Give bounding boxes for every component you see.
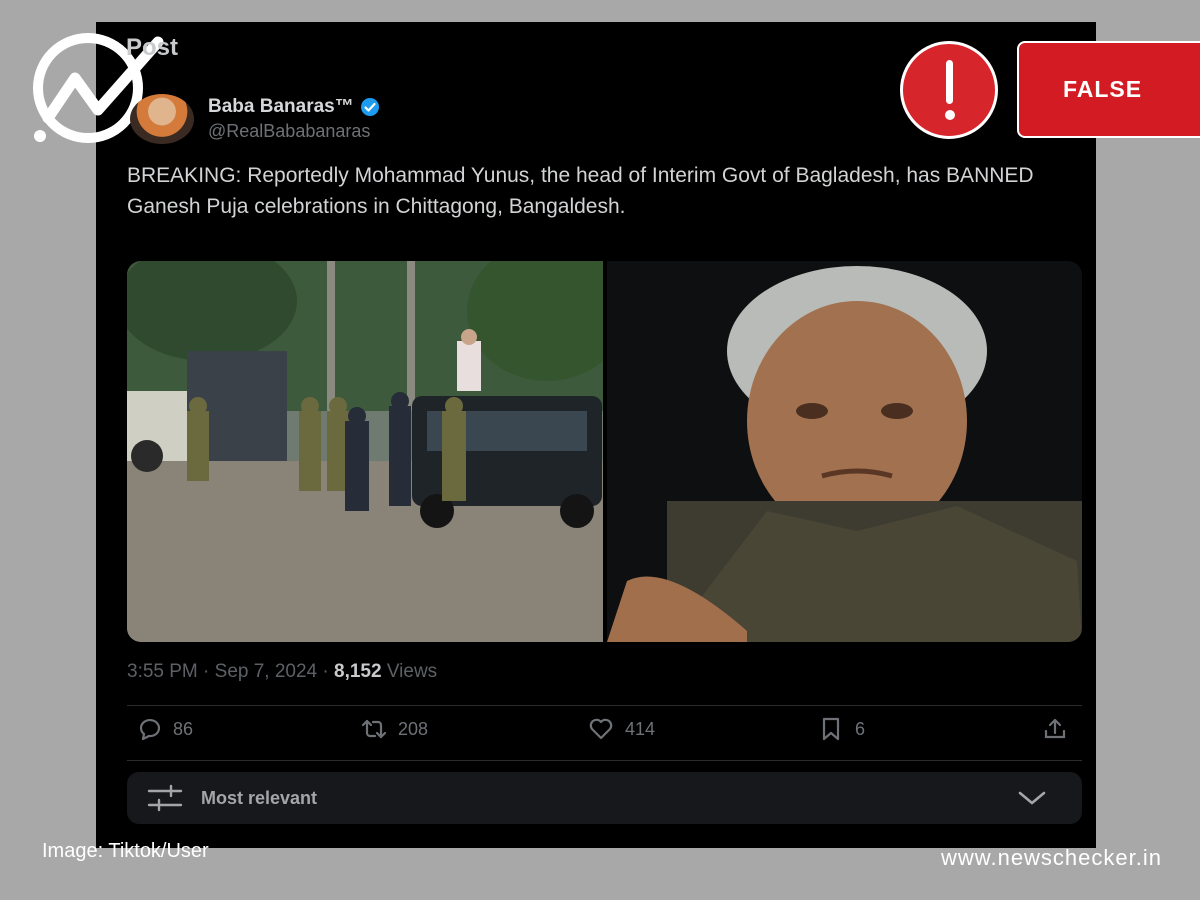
reply-icon bbox=[139, 718, 161, 741]
page-title: Post bbox=[126, 34, 179, 61]
share-button[interactable] bbox=[1041, 715, 1069, 743]
divider bbox=[127, 705, 1082, 706]
repost-icon bbox=[361, 719, 387, 739]
street-scene-image bbox=[127, 261, 603, 642]
repost-count: 208 bbox=[398, 718, 429, 739]
chevron-down-icon bbox=[1018, 791, 1046, 805]
avatar[interactable] bbox=[130, 94, 194, 144]
like-button[interactable]: 414 bbox=[587, 715, 655, 743]
site-url: www.newschecker.in bbox=[941, 845, 1162, 870]
sort-replies-dropdown[interactable]: Most relevant bbox=[127, 772, 1082, 824]
tweet-text: BREAKING: Reportedly Mohammad Yunus, the… bbox=[127, 164, 1034, 218]
author-name-label: Baba Banaras™ bbox=[208, 96, 354, 117]
like-count: 414 bbox=[625, 718, 656, 739]
bookmark-icon bbox=[822, 717, 840, 741]
views-label: Views bbox=[381, 661, 438, 682]
sort-label: Most relevant bbox=[201, 787, 318, 808]
tweet-media[interactable] bbox=[127, 261, 1082, 642]
media-photo-street[interactable] bbox=[127, 261, 603, 642]
share-icon bbox=[1044, 718, 1066, 739]
media-photo-portrait[interactable] bbox=[607, 261, 1082, 642]
sliders-icon bbox=[147, 784, 183, 812]
bookmark-button[interactable]: 6 bbox=[817, 715, 865, 743]
author-name[interactable]: Baba Banaras™ bbox=[208, 96, 380, 118]
tweet-timestamp: 3:55 PM · Sep 7, 2024 · 8,152 Views bbox=[127, 661, 437, 683]
portrait-image bbox=[607, 261, 1082, 642]
tweet-time: 3:55 PM · Sep 7, 2024 · bbox=[127, 661, 335, 682]
repost-button[interactable]: 208 bbox=[360, 715, 428, 743]
image-credit: Image: Tiktok/User bbox=[42, 840, 209, 862]
reply-button[interactable]: 86 bbox=[135, 715, 193, 743]
verified-badge-icon bbox=[360, 98, 379, 116]
reply-count: 86 bbox=[173, 718, 194, 739]
heart-icon bbox=[589, 718, 613, 740]
alert-icon bbox=[900, 41, 998, 139]
author-handle[interactable]: @RealBababanaras bbox=[208, 121, 370, 142]
tweet-actions: 86 208 414 6 bbox=[127, 715, 1082, 749]
alert-bar bbox=[946, 60, 953, 104]
alert-dot bbox=[945, 110, 955, 120]
verdict-badge: FALSE bbox=[1017, 41, 1200, 138]
views-count: 8,152 bbox=[334, 661, 382, 682]
bookmark-count: 6 bbox=[855, 718, 866, 739]
divider bbox=[127, 760, 1082, 761]
